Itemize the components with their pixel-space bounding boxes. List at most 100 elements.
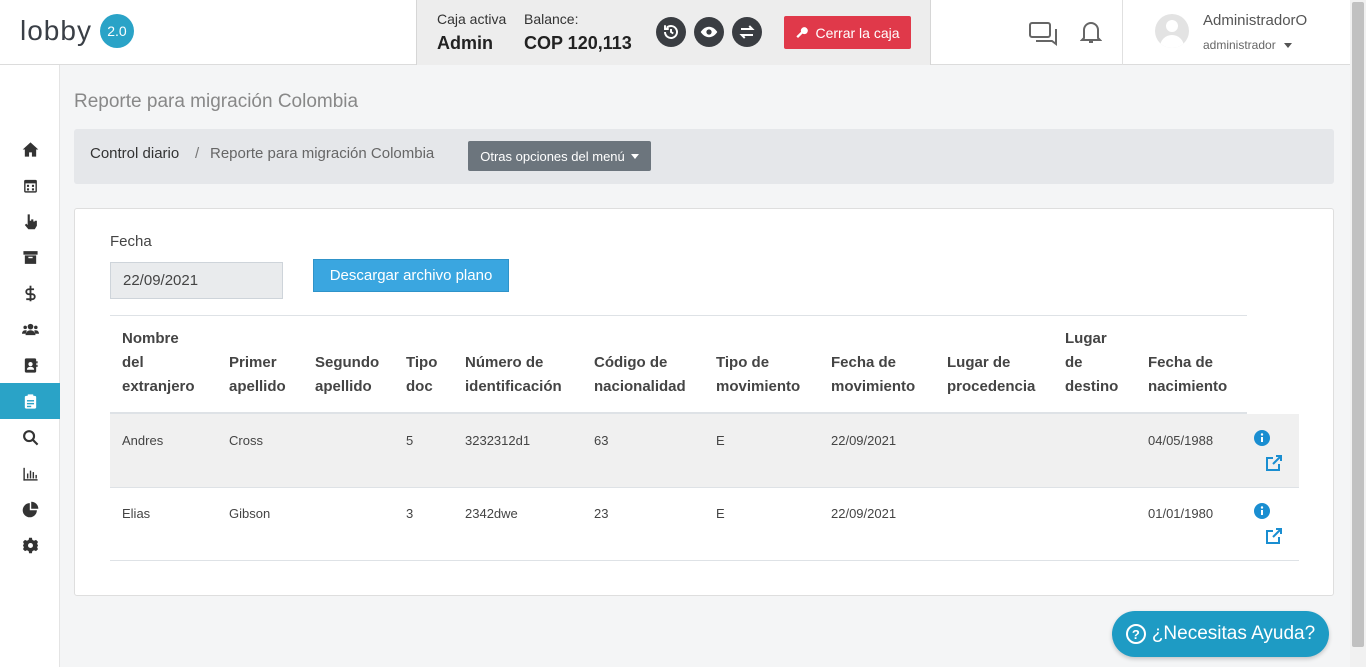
pie-chart-icon [22,501,38,517]
report-card: Fecha 22/09/2021 Descargar archivo plano… [74,208,1334,596]
help-label: ¿Necesitas Ayuda? [1151,623,1316,644]
menu-options-label: Otras opciones del menú [480,148,625,164]
table-cell: E [716,506,725,521]
breadcrumb-item-current: Reporte para migración Colombia [210,145,435,162]
close-register-button[interactable]: Cerrar la caja [784,16,911,49]
sidebar-item-stats[interactable] [0,455,60,491]
chevron-down-icon [630,153,639,159]
column-header: Fecha de movimiento [831,354,916,395]
bell-icon[interactable] [1080,19,1102,45]
table-cell: 3 [406,506,414,521]
caja-activa-label: Caja activa [437,11,507,27]
table-cell: 04/05/1988 [1148,433,1214,448]
top-header: lobby 2.0 Caja activa Admin Balance: COP… [0,0,1366,65]
history-icon [664,25,678,39]
external-link-icon[interactable] [1265,527,1283,545]
history-button[interactable] [656,17,686,47]
address-book-icon [24,357,38,373]
sidebar-item-calendar[interactable] [0,167,60,203]
breadcrumb-separator: / [195,145,200,162]
hand-pointer-icon [24,213,37,229]
column-header: Tipo doc [406,354,438,395]
column-header: Nombre del extranjero [122,330,195,395]
cash-register-panel: Caja activa Admin Balance: COP 120,113 C… [416,0,931,65]
sidebar-item-contacts[interactable] [0,347,60,383]
transfer-button[interactable] [732,17,762,47]
row-divider [110,560,1299,561]
info-icon[interactable] [1254,503,1270,519]
table-cell: E [716,433,725,448]
column-header: Primer apellido [229,354,286,395]
column-header: Número de identificación [465,354,562,395]
external-link-icon[interactable] [1265,454,1283,472]
calendar-icon [23,179,37,193]
table-cell: 01/01/1980 [1148,506,1214,521]
balance-label: Balance: [524,11,579,27]
table-cell: 22/09/2021 [831,433,897,448]
page-title: Reporte para migración Colombia [74,91,359,112]
sidebar-item-archive[interactable] [0,239,60,275]
bar-chart-icon [22,467,38,481]
table-cell: Gibson [229,506,271,521]
sidebar-item-analytics[interactable] [0,491,60,527]
clipboard-icon [24,393,36,409]
table-cell: Cross [229,433,263,448]
avatar [1155,14,1189,48]
logo-version-badge: 2.0 [99,14,134,48]
exchange-icon [739,25,755,39]
balance-value: COP 120,113 [524,33,632,53]
archive-icon [22,250,38,264]
table-cell: 23 [594,506,609,521]
chat-icon[interactable] [1028,20,1058,46]
sidebar-item-checkin[interactable] [0,203,60,239]
chevron-down-icon [1283,43,1292,49]
table-cell: 22/09/2021 [831,506,897,521]
table-cell: 63 [594,433,609,448]
date-label: Fecha [110,233,152,250]
table-top-border [110,315,1247,316]
table-cell: 2342dwe [465,506,518,521]
column-header: Segundo apellido [315,354,380,395]
column-header: Código de nacionalidad [594,354,686,395]
sidebar-item-reports[interactable] [0,383,60,419]
user-role: administrador [1203,38,1292,52]
sidebar-item-users[interactable] [0,311,60,347]
table-row: Elias Gibson 3 2342dwe 23 E 22/09/2021 01/01/19… [110,487,1299,560]
key-icon [796,26,809,38]
gear-icon [22,537,38,553]
scrollbar-thumb[interactable] [1352,2,1364,647]
sidebar-item-settings[interactable] [0,527,60,563]
user-menu[interactable]: AdministradorO administrador [1122,0,1350,65]
caja-activa-value: Admin [437,33,493,53]
table-cell: 5 [406,433,414,448]
dollar-icon [24,285,36,301]
column-header: Fecha de nacimiento [1148,354,1228,395]
logo-text: lobby [20,15,92,46]
menu-options-dropdown[interactable]: Otras opciones del menú [468,141,651,171]
table-cell: 3232312d1 [465,433,531,448]
breadcrumb: Control diario / Reporte para migración … [74,129,1334,184]
column-header: Lugar de procedencia [947,354,1036,395]
home-icon [22,141,38,157]
date-input[interactable]: 22/09/2021 [110,262,283,299]
help-button[interactable]: ? ¿Necesitas Ayuda? [1112,611,1329,657]
sidebar-item-home[interactable] [0,131,60,167]
scrollbar[interactable] [1350,0,1366,667]
table-row: Andres Cross 5 3232312d1 63 E 22/09/2021 04/05/… [110,414,1299,487]
eye-icon [700,26,718,38]
users-icon [21,323,39,335]
sidebar-item-payments[interactable] [0,275,60,311]
search-icon [22,429,38,445]
table-cell: Andres [122,433,164,448]
question-icon: ? [1125,624,1146,644]
logo[interactable]: lobby 2.0 [20,14,134,48]
table-cell: Elias [122,506,151,521]
download-file-button[interactable]: Descargar archivo plano [313,259,509,292]
column-header: Lugar de destino [1065,330,1119,395]
user-name: AdministradorO [1203,12,1308,29]
column-header: Tipo de movimiento [716,354,801,395]
view-button[interactable] [694,17,724,47]
info-icon[interactable] [1254,430,1270,446]
sidebar-item-search[interactable] [0,419,60,455]
breadcrumb-item-control-diario[interactable]: Control diario [90,145,179,162]
